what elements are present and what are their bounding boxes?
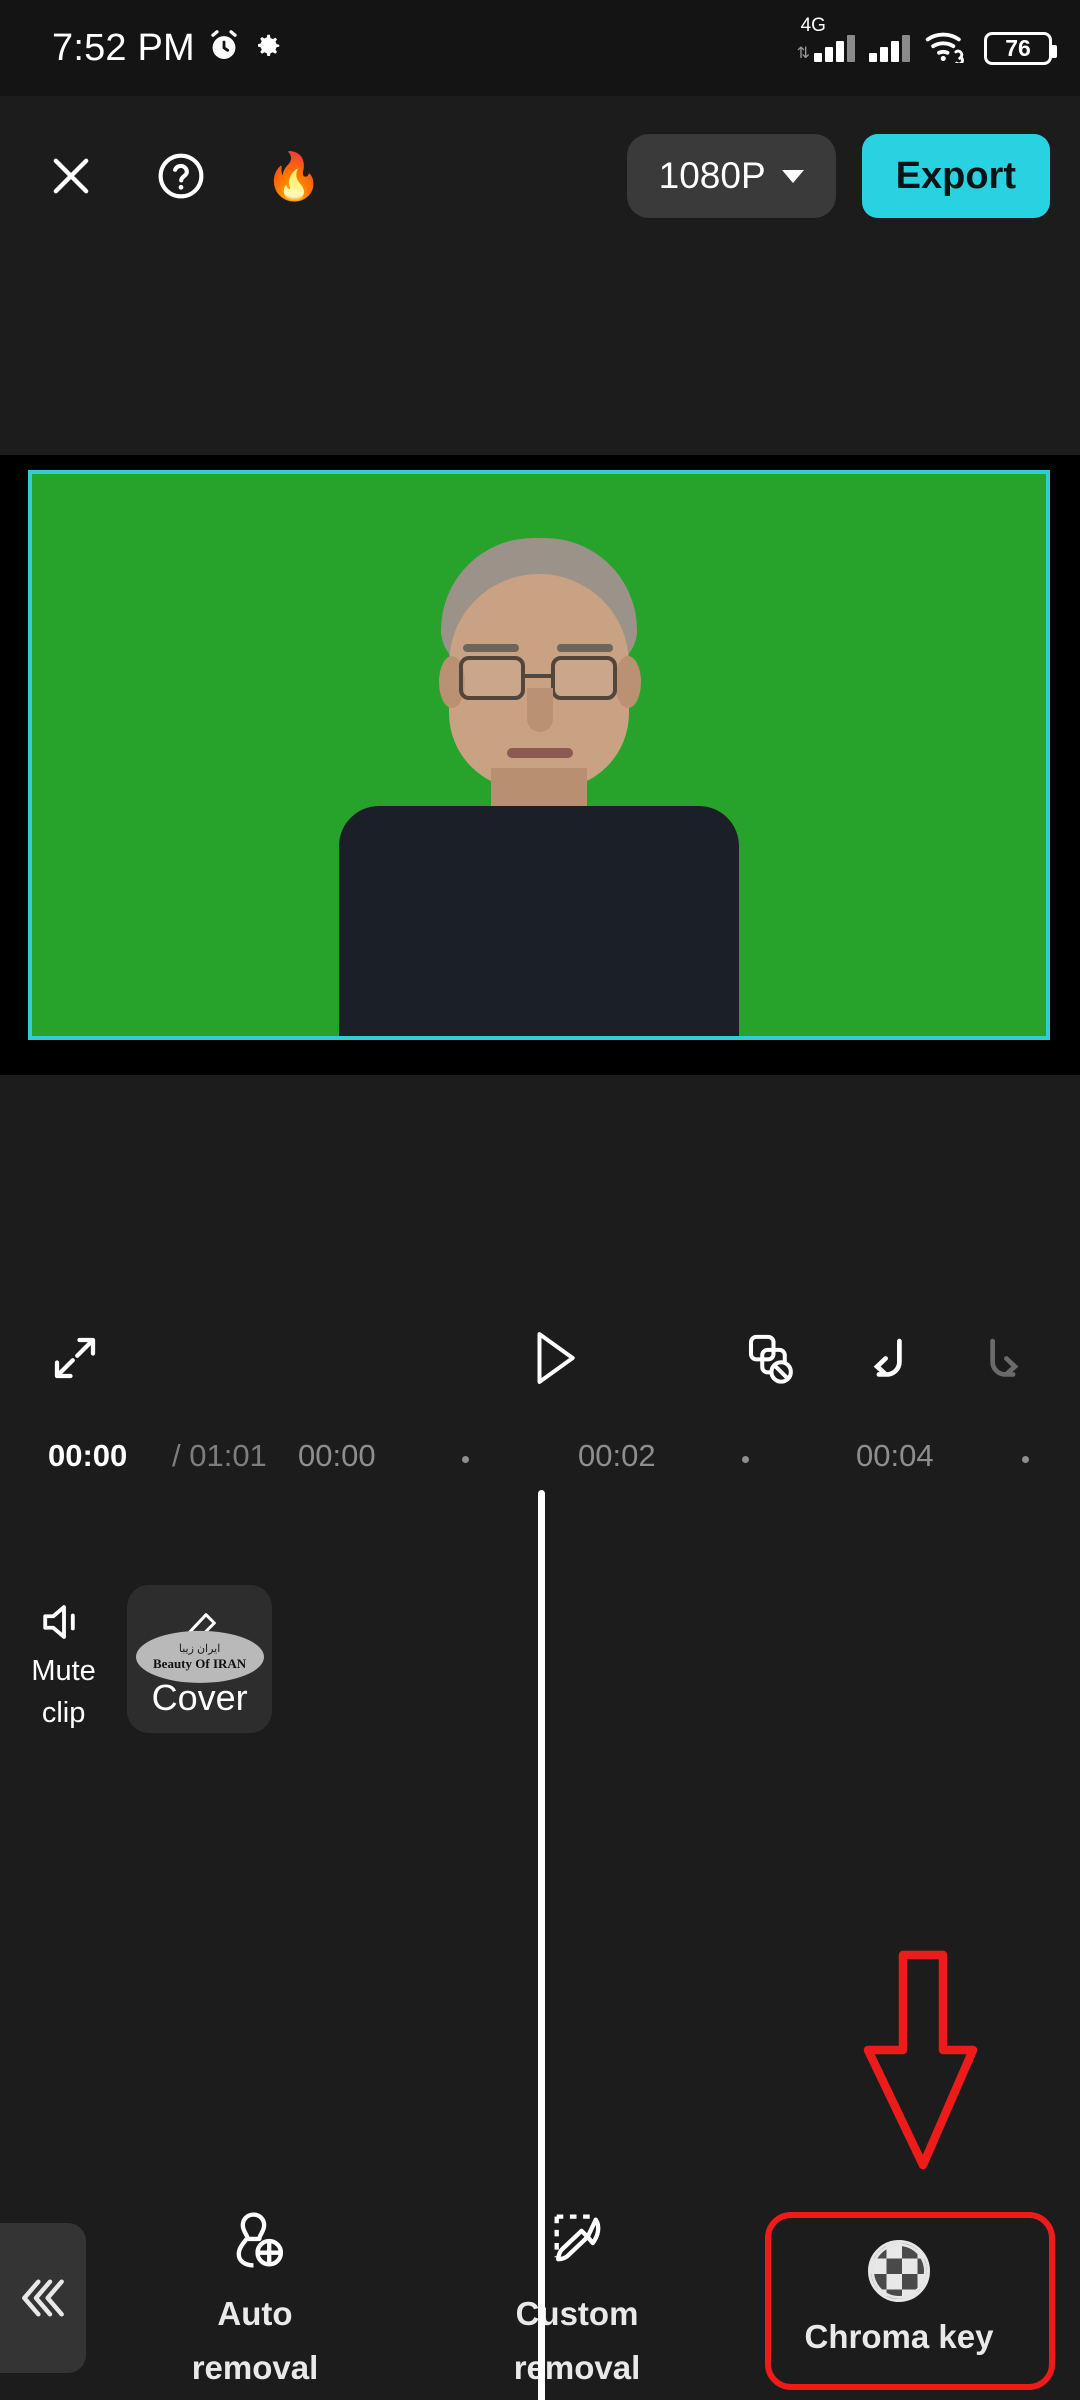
cover-logo-fa: ایران زیبا [178,1642,221,1655]
keyframe-disabled-icon[interactable] [742,1331,796,1390]
ruler-tick-dot [462,1456,469,1463]
alarm-clock-icon [205,27,243,70]
top-toolbar: 🔥 1080P Export [0,96,1080,256]
chevron-down-icon [781,169,804,183]
status-bar-right: 4G ⇅ 76 [796,15,1057,68]
current-time: 00:00 [48,1438,128,1473]
cover-thumbnail-logo: ایران زیبا Beauty Of IRAN [135,1630,264,1683]
signal-bars-primary: 4G ⇅ [796,15,855,62]
ruler-tick-1: 00:02 [578,1438,656,1473]
help-circle-icon[interactable] [155,150,207,202]
mute-clip-label-2: clip [41,1697,86,1730]
subject-figure [329,516,749,1036]
custom-removal-button[interactable]: Custom removal [447,2208,707,2386]
mute-clip-label-1: Mute [31,1655,96,1687]
custom-removal-icon [544,2208,610,2279]
custom-removal-label-1: Custom [515,2295,639,2333]
cover-logo-en: Beauty Of IRAN [153,1655,247,1671]
video-editor-screen: 7:52 PM 4G ⇅ 76 🔥 1080P Export 00:00 / 0… [0,0,1080,2400]
signal-bars-secondary [869,34,910,62]
export-button[interactable]: Export [861,134,1050,218]
top-toolbar-left: 🔥 [45,150,322,202]
undo-icon[interactable] [860,1331,914,1390]
redo-icon[interactable] [978,1331,1032,1390]
timeline-left-controls: Mute clip ایران زیبا Beauty Of IRAN Cove… [0,1585,272,1745]
chroma-key-button[interactable]: Chroma key [769,2239,1029,2356]
ruler-tick-0: 00:00 [298,1438,376,1473]
total-duration: / 01:01 [172,1438,267,1473]
battery-indicator: 76 [984,31,1057,65]
status-bar: 7:52 PM 4G ⇅ 76 [0,0,1080,96]
chroma-key-label: Chroma key [804,2317,994,2355]
fullscreen-icon[interactable] [48,1331,102,1390]
gear-icon [253,31,283,66]
export-label: Export [895,154,1016,197]
video-canvas-selected[interactable] [28,470,1050,1040]
status-bar-left: 7:52 PM [52,27,283,70]
collapse-panel-button[interactable] [0,2222,86,2373]
custom-removal-label-2: removal [513,2349,641,2386]
playback-controls [0,1295,1080,1425]
network-type-label: 4G [800,14,826,36]
mute-clip-button[interactable]: Mute clip [0,1585,127,1730]
auto-removal-label-1: Auto [217,2295,293,2333]
ruler-tick-2: 00:04 [856,1438,934,1473]
bottom-toolbar-items: Auto removal Custom removal Chroma key [94,2208,1080,2386]
resolution-label: 1080P [658,155,766,196]
battery-level: 76 [1005,34,1031,61]
wifi-icon [924,29,968,68]
resolution-dropdown[interactable]: 1080P [626,134,836,218]
edit-controls [742,1331,1032,1390]
cover-button[interactable]: ایران زیبا Beauty Of IRAN Cover [127,1585,272,1733]
close-icon[interactable] [45,150,97,202]
flame-icon[interactable]: 🔥 [265,153,322,199]
top-toolbar-right: 1080P Export [626,134,1050,218]
auto-removal-icon [222,2208,288,2279]
ruler-tick-dot [742,1456,749,1463]
playhead[interactable] [538,1490,545,2400]
auto-removal-button[interactable]: Auto removal [125,2208,385,2386]
auto-removal-label-2: removal [191,2349,319,2386]
cover-label: Cover [151,1677,248,1718]
video-preview-area [0,455,1080,1075]
chroma-key-checker-icon [868,2239,930,2302]
data-arrows-icon: ⇅ [796,44,810,62]
down-arrow-annotation [848,1945,998,2180]
ruler-tick-dot [1022,1456,1029,1463]
status-time: 7:52 PM [52,26,195,69]
play-icon[interactable] [527,1327,583,1394]
timeline-ruler[interactable]: 00:00 / 01:01 00:00 00:02 00:04 [0,1420,1080,1498]
